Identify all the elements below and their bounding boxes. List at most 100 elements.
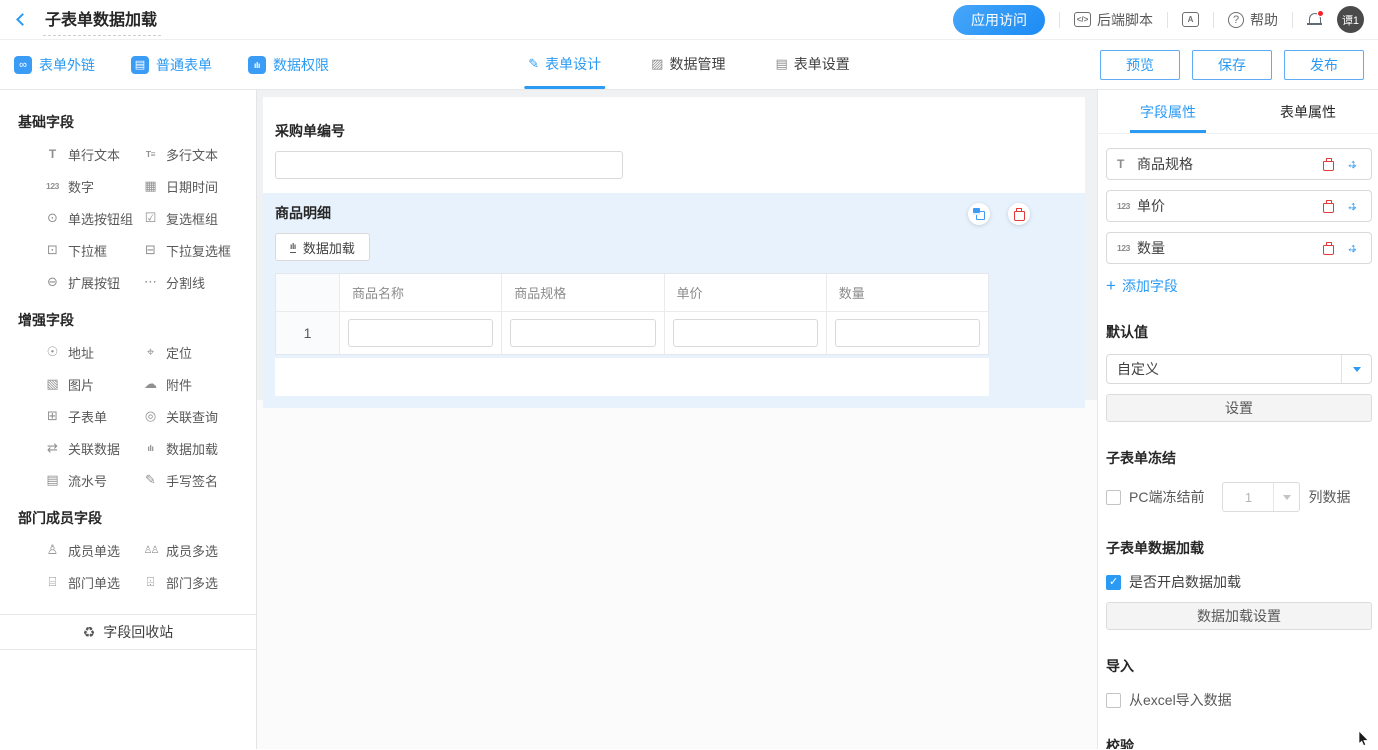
save-button[interactable]: 保存	[1192, 50, 1272, 80]
field-type-icon: ⊖	[44, 274, 61, 290]
back-icon[interactable]	[16, 13, 29, 26]
subform-cell-input[interactable]	[835, 319, 980, 347]
preview-button[interactable]: 预览	[1100, 50, 1180, 80]
data-load-checkbox-label: 是否开启数据加载	[1129, 572, 1241, 592]
subform-cell	[340, 312, 502, 354]
field-type-multi-select[interactable]: ⊟ 下拉复选框	[142, 234, 256, 266]
divider	[1292, 12, 1293, 28]
panel-field-row[interactable]: T 商品规格	[1106, 148, 1372, 180]
field-type-select[interactable]: ⊡ 下拉框	[44, 234, 142, 266]
field-type-dept-single[interactable]: ⌸ 部门单选	[44, 566, 142, 598]
field-type-data-load[interactable]: ılı 数据加载	[142, 432, 256, 464]
field-type-divider[interactable]: ⋯ 分割线	[142, 266, 256, 298]
field-type-linked-data[interactable]: ⇄ 关联数据	[44, 432, 142, 464]
default-value-set-button[interactable]: 设置	[1106, 394, 1372, 422]
purchase-no-field[interactable]: 采购单编号	[275, 121, 1073, 179]
freeze-caret-segment[interactable]	[1273, 483, 1299, 511]
field-type-icon: ⊞	[44, 408, 61, 424]
toolbar-link-form[interactable]: ▤ 普通表单	[131, 55, 212, 75]
delete-field-icon[interactable]	[1323, 242, 1334, 255]
field-type-dept-multi[interactable]: ⌹ 部门多选	[142, 566, 256, 598]
field-type-serial-number[interactable]: ▤ 流水号	[44, 464, 142, 496]
field-type-attachment[interactable]: ☁ 附件	[142, 368, 256, 400]
field-type-linked-query[interactable]: ◎ 关联查询	[142, 400, 256, 432]
divider	[1059, 12, 1060, 28]
panel-tab-form-props[interactable]: 表单属性	[1238, 90, 1378, 133]
data-load-button[interactable]: ılı 数据加载	[275, 233, 370, 261]
field-type-extend-button[interactable]: ⊖ 扩展按钮	[44, 266, 142, 298]
properties-panel: 字段属性表单属性 T 商品规格 123 单价 123 数量 添加字段 默认值 自…	[1097, 90, 1378, 749]
field-type-datetime[interactable]: ▦ 日期时间	[142, 170, 256, 202]
delete-field-icon[interactable]	[1323, 158, 1334, 171]
field-type-icon: ⊙	[44, 210, 61, 226]
field-type-label: 流水号	[68, 471, 107, 490]
field-type-subform[interactable]: ⊞ 子表单	[44, 400, 142, 432]
move-field-icon[interactable]	[1346, 241, 1361, 256]
field-recycle-bin[interactable]: ♻ 字段回收站	[0, 614, 256, 650]
subform-column-header: 数量	[827, 274, 988, 311]
field-type-address[interactable]: ☉ 地址	[44, 336, 142, 368]
main-tab-data[interactable]: ▨ 数据管理	[647, 39, 729, 89]
delete-button[interactable]	[1008, 203, 1030, 225]
page-title[interactable]: 子表单数据加载	[43, 4, 161, 36]
select-caret-segment[interactable]	[1341, 355, 1371, 383]
subform-add-row-area[interactable]	[275, 358, 989, 396]
help-label: 帮助	[1250, 10, 1278, 30]
toolbar-link-link[interactable]: ∞ 表单外链	[14, 55, 95, 75]
publish-button[interactable]: 发布	[1284, 50, 1364, 80]
field-type-icon: ⊡	[44, 242, 61, 258]
field-type-icon: ▦	[142, 178, 159, 194]
app-access-button[interactable]: 应用访问	[953, 5, 1045, 35]
field-type-radio-group[interactable]: ⊙ 单选按钮组	[44, 202, 142, 234]
field-type-location[interactable]: ⌖ 定位	[142, 336, 256, 368]
purchase-no-input[interactable]	[275, 151, 623, 179]
field-type-label: 定位	[166, 343, 192, 362]
main-tab-settings[interactable]: ▤ 表单设置	[771, 39, 853, 89]
field-type-member-multi[interactable]: ♙♙ 成员多选	[142, 534, 256, 566]
add-field-button[interactable]: 添加字段	[1106, 276, 1178, 296]
panel-field-row[interactable]: 123 单价	[1106, 190, 1372, 222]
bell-icon[interactable]	[1307, 12, 1323, 27]
field-type-label: 数据加载	[166, 439, 218, 458]
move-field-icon[interactable]	[1346, 157, 1361, 172]
field-type-label: 复选框组	[166, 209, 218, 228]
field-type-multi-text[interactable]: T≡ 多行文本	[142, 138, 256, 170]
field-type-member-single[interactable]: ♙ 成员单选	[44, 534, 142, 566]
subform-block-selected[interactable]: 商品明细 ılı 数据加载 商品名称商品规格单价数量 1	[263, 193, 1085, 408]
language-button[interactable]: A	[1182, 12, 1199, 27]
move-field-icon[interactable]	[1346, 199, 1361, 214]
subform-table-row: 1	[276, 312, 988, 354]
data-load-settings-button[interactable]: 数据加载设置	[1106, 602, 1372, 630]
trash-icon	[1014, 208, 1025, 221]
field-type-label: 单选按钮组	[68, 209, 133, 228]
toolbar-link-bar-chart[interactable]: ılı 数据权限	[248, 55, 329, 75]
import-checkbox[interactable]	[1106, 693, 1121, 708]
field-type-label: 分割线	[166, 273, 205, 292]
panel-field-row[interactable]: 123 数量	[1106, 232, 1372, 264]
panel-tab-field-props[interactable]: 字段属性	[1098, 90, 1238, 133]
subform-cell-input[interactable]	[510, 319, 655, 347]
field-type-label: 部门多选	[166, 573, 218, 592]
field-type-number[interactable]: 123 数字	[44, 170, 142, 202]
freeze-checkbox[interactable]	[1106, 490, 1121, 505]
backend-script-button[interactable]: </> 后端脚本	[1074, 10, 1153, 30]
freeze-count-select[interactable]: 1	[1222, 482, 1300, 512]
delete-field-icon[interactable]	[1323, 200, 1334, 213]
toolbar: ∞ 表单外链 ▤ 普通表单 ılı 数据权限 ✎ 表单设计 ▨ 数据管理 ▤ 表…	[0, 40, 1378, 90]
field-type-signature[interactable]: ✎ 手写签名	[142, 464, 256, 496]
field-type-single-text[interactable]: T 单行文本	[44, 138, 142, 170]
main-tab-design[interactable]: ✎ 表单设计	[524, 39, 605, 89]
field-type-icon: ılı	[142, 443, 159, 453]
subform-cell-input[interactable]	[673, 319, 818, 347]
field-type-image[interactable]: ▧ 图片	[44, 368, 142, 400]
data-load-checkbox[interactable]	[1106, 575, 1121, 590]
field-type-checkbox-group[interactable]: ☑ 复选框组	[142, 202, 256, 234]
avatar[interactable]: 谭1	[1337, 6, 1364, 33]
copy-button[interactable]	[968, 203, 990, 225]
divider	[1213, 12, 1214, 28]
default-value-select[interactable]: 自定义	[1106, 354, 1372, 384]
form-canvas: 采购单编号 商品明细 ılı 数据加载	[257, 90, 1097, 749]
toolbar-link-label: 表单外链	[39, 55, 95, 75]
help-button[interactable]: ? 帮助	[1228, 10, 1278, 30]
subform-cell-input[interactable]	[348, 319, 493, 347]
